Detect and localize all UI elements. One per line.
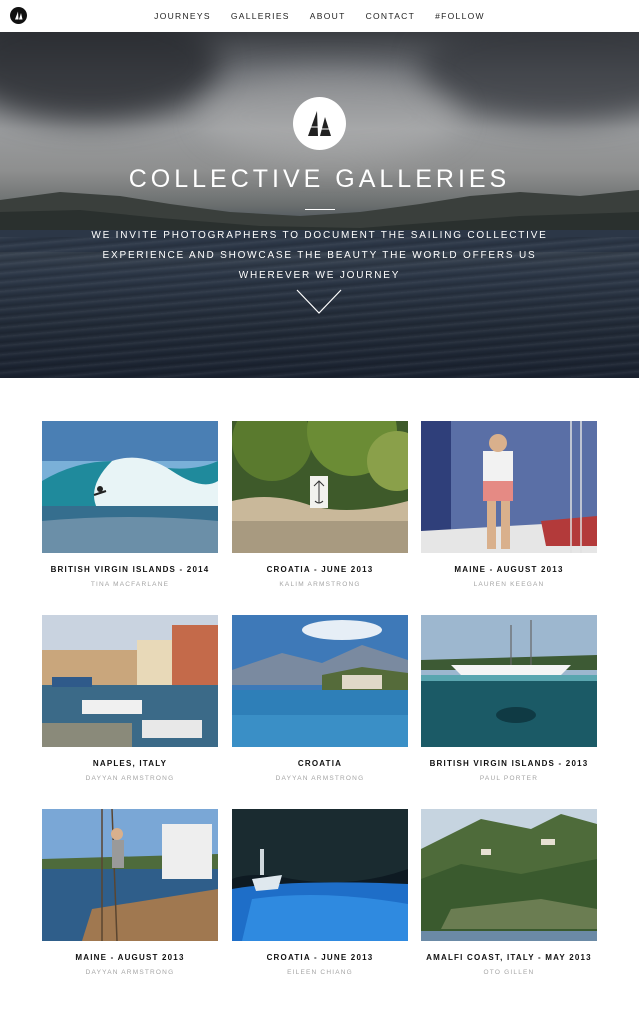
gallery-title: MAINE - AUGUST 2013 [454,565,564,574]
hero-subtitle: WE INVITE PHOTOGRAPHERS TO DOCUMENT THE … [91,230,548,281]
gallery-author: EILEEN CHIANG [287,969,353,976]
gallery-title: BRITISH VIRGIN ISLANDS - 2014 [50,565,210,574]
gallery-card[interactable]: CROATIA DAYYAN ARMSTRONG [232,615,408,795]
gallery-title: BRITISH VIRGIN ISLANDS - 2013 [429,759,589,768]
gallery-card[interactable]: NAPLES, ITALY DAYYAN ARMSTRONG [42,615,218,795]
gallery-author: KALIM ARMSTRONG [279,581,361,588]
gallery-author: OTO GILLEN [483,969,535,976]
gallery-card[interactable]: CROATIA - JUNE 2013 KALIM ARMSTRONG [232,421,408,601]
nav-link-contact[interactable]: CONTACT [366,11,416,21]
gallery-thumbnail[interactable] [421,809,597,941]
gallery-thumbnail[interactable] [232,615,408,747]
gallery-thumbnail[interactable] [42,615,218,747]
gallery-card[interactable]: BRITISH VIRGIN ISLANDS - 2013 PAUL PORTE… [421,615,597,795]
gallery-author: LAUREN KEEGAN [473,581,545,588]
gallery-title: NAPLES, ITALY [92,759,168,768]
hero-divider [305,209,335,210]
top-navigation: JOURNEYS GALLERIES ABOUT CONTACT #FOLLOW [0,0,639,32]
sail-emblem [293,97,346,150]
gallery-author: DAYYAN ARMSTRONG [275,775,365,782]
gallery-title: AMALFI COAST, ITALY - MAY 2013 [426,953,592,962]
gallery-card[interactable]: MAINE - AUGUST 2013 LAUREN KEEGAN [421,421,597,601]
gallery-title: CROATIA [297,759,343,768]
chevron-down-icon[interactable] [296,289,342,315]
nav-links: JOURNEYS GALLERIES ABOUT CONTACT #FOLLOW [0,0,639,32]
hero-title: COLLECTIVE GALLERIES [128,165,511,193]
gallery-card[interactable]: CROATIA - JUNE 2013 EILEEN CHIANG [232,809,408,989]
gallery-card[interactable]: AMALFI COAST, ITALY - MAY 2013 OTO GILLE… [421,809,597,989]
gallery-card[interactable]: BRITISH VIRGIN ISLANDS - 2014 TINA MACFA… [42,421,218,601]
gallery-thumbnail[interactable] [421,615,597,747]
nav-link-journeys[interactable]: JOURNEYS [154,11,211,21]
gallery-author: PAUL PORTER [479,775,539,782]
gallery-thumbnail[interactable] [42,809,218,941]
hero-banner: COLLECTIVE GALLERIES WE INVITE PHOTOGRAP… [0,32,639,378]
nav-link-about[interactable]: ABOUT [310,11,346,21]
gallery-thumbnail[interactable] [42,421,218,553]
gallery-author: DAYYAN ARMSTRONG [85,775,175,782]
gallery-thumbnail[interactable] [232,421,408,553]
gallery-title: CROATIA - JUNE 2013 [266,565,374,574]
gallery-thumbnail[interactable] [421,421,597,553]
gallery-author: DAYYAN ARMSTRONG [85,969,175,976]
gallery-card[interactable]: MAINE - AUGUST 2013 DAYYAN ARMSTRONG [42,809,218,989]
gallery-title: CROATIA - JUNE 2013 [266,953,374,962]
nav-link-follow[interactable]: #FOLLOW [435,11,485,21]
nav-link-galleries[interactable]: GALLERIES [231,11,290,21]
gallery-thumbnail[interactable] [232,809,408,941]
gallery-title: MAINE - AUGUST 2013 [75,953,185,962]
gallery-author: TINA MACFARLANE [90,581,170,588]
